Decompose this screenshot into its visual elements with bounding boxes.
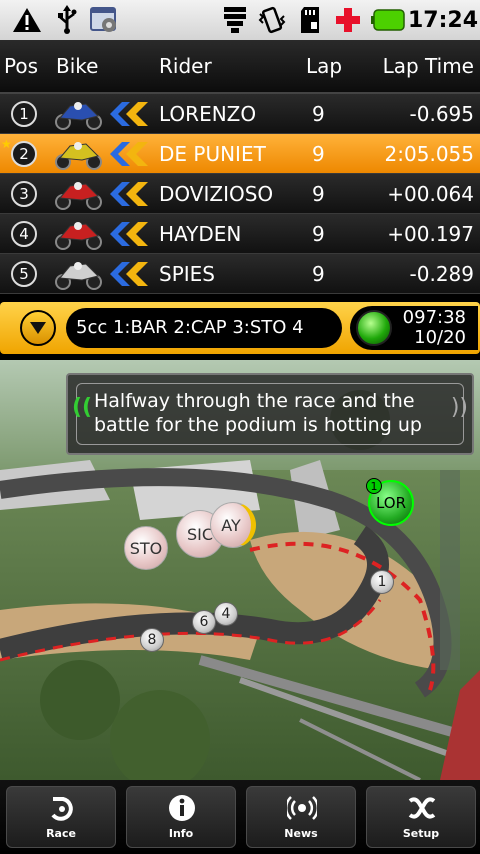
lap-progress: 10/20 [414,327,466,348]
marker-1[interactable]: 1 [370,570,394,594]
leader-position-badge: 1 [366,478,382,494]
vibrate-icon [256,5,288,35]
position-badge: 5 [11,261,37,287]
lap-count: 9 [312,142,325,166]
chevron-left-icon [110,262,148,286]
standings-table: 1 LORENZO 9 -0.695 ★ 2 DE PUNIET 9 2:05.055 3 D… [0,94,480,294]
table-header: Pos Bike Rider Lap Lap Time [0,40,480,94]
marker-8[interactable]: 8 [140,628,164,652]
table-row[interactable]: 3 DOVIZIOSO 9 +00.064 [0,174,480,214]
position-badge: 4 [11,221,37,247]
ticker-bar: 5cc 1:BAR 2:CAP 3:STO 4 097:38 10/20 [0,296,480,360]
race-message: Halfway through the race and the battle … [94,390,422,436]
chevron-left-icon [110,182,148,206]
nav-news-button[interactable]: News [246,786,356,848]
bike-icon [55,222,102,250]
lap-count: 9 [312,222,325,246]
header-rider: Rider [159,54,212,78]
lap-time: -0.289 [409,262,474,286]
rider-marker-ay[interactable]: AY [210,502,256,548]
message-left-icon: (( [72,395,93,420]
rider-name: SPIES [159,262,215,286]
nav-setup-button[interactable]: Setup [366,786,476,848]
table-row[interactable]: 4 HAYDEN 9 +00.197 [0,214,480,254]
race-status: 097:38 10/20 [350,306,478,350]
lap-count: 9 [312,262,325,286]
lap-time: +00.197 [387,222,474,246]
lap-time: 2:05.055 [384,142,474,166]
rider-name: HAYDEN [159,222,242,246]
table-row[interactable]: 5 SPIES 9 -0.289 [0,254,480,294]
battery-icon [370,5,406,35]
bike-icon [55,102,102,130]
nav-info-button[interactable]: Info [126,786,236,848]
plus-icon [332,5,364,35]
ticker-text: 5cc 1:BAR 2:CAP 3:STO 4 [76,317,304,338]
usb-icon [52,5,82,35]
table-row[interactable]: 1 LORENZO 9 -0.695 [0,94,480,134]
lap-time: -0.695 [409,102,474,126]
wifi-icon [220,5,250,35]
star-icon: ★ [1,137,12,151]
marker-6[interactable]: 6 [192,610,216,634]
info-icon [169,795,195,821]
sd-card-icon [296,5,324,35]
bottom-nav: Race Info News Setup [0,780,480,854]
status-bar: 17:24 [0,0,480,40]
bike-icon [55,142,102,170]
race-message-banner: (( )) Halfway through the race and the b… [66,373,474,455]
chevron-down-icon [30,322,46,334]
rider-name: LORENZO [159,102,257,126]
rider-name: DOVIZIOSO [159,182,274,206]
news-icon [287,796,317,820]
chevron-left-icon [110,102,148,126]
position-badge: 2 [11,141,37,167]
marker-4[interactable]: 4 [214,602,238,626]
header-bike: Bike [56,54,99,78]
lap-time: +00.064 [387,182,474,206]
header-lap-time: Lap Time [382,54,474,78]
bike-icon [55,262,102,290]
bike-icon [55,182,102,210]
header-lap: Lap [306,54,343,78]
race-icon [51,797,73,821]
chevron-left-icon [110,142,148,166]
rider-name: DE PUNIET [159,142,266,166]
position-badge: 1 [11,101,37,127]
header-pos: Pos [4,54,39,78]
rider-marker-sto[interactable]: STO [124,526,168,570]
warning-icon [10,5,44,35]
nav-race-button[interactable]: Race [6,786,116,848]
lap-count: 9 [312,182,325,206]
race-time: 097:38 [402,307,466,328]
chevron-left-icon [110,222,148,246]
lap-count: 9 [312,102,325,126]
table-row[interactable]: ★ 2 DE PUNIET 9 2:05.055 [0,134,480,174]
position-badge: 3 [11,181,37,207]
sync-icon [88,5,120,35]
setup-icon [408,797,436,819]
track-map[interactable]: (( )) Halfway through the race and the b… [0,360,480,780]
ticker-scroll: 5cc 1:BAR 2:CAP 3:STO 4 [66,308,342,348]
clock: 17:24 [407,7,479,33]
race-light-icon [356,310,392,346]
expand-ticker-button[interactable] [20,310,56,346]
